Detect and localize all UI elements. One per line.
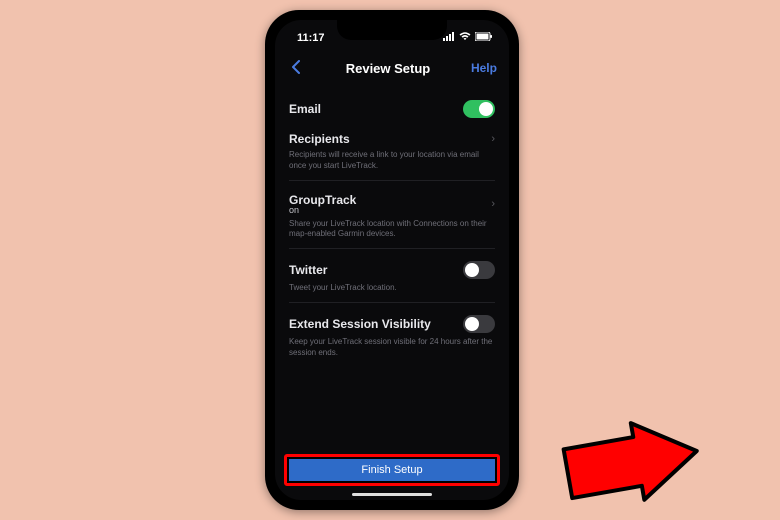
visibility-row: Extend Session Visibility bbox=[289, 307, 495, 335]
chevron-right-icon: › bbox=[491, 133, 495, 145]
recipients-desc: Recipients will receive a link to your l… bbox=[289, 148, 495, 181]
email-toggle[interactable] bbox=[463, 100, 495, 118]
finish-button-label: Finish Setup bbox=[361, 464, 422, 476]
twitter-desc: Tweet your LiveTrack location. bbox=[289, 281, 495, 303]
battery-icon bbox=[475, 32, 493, 44]
status-icons bbox=[443, 32, 493, 44]
notch bbox=[337, 20, 447, 40]
nav-header: Review Setup Help bbox=[275, 52, 509, 84]
help-button[interactable]: Help bbox=[471, 61, 497, 75]
status-time: 11:17 bbox=[291, 32, 325, 44]
email-row: Email bbox=[289, 92, 495, 120]
grouptrack-label: GroupTrack bbox=[289, 193, 356, 207]
home-indicator[interactable] bbox=[352, 493, 432, 496]
visibility-label: Extend Session Visibility bbox=[289, 317, 431, 331]
grouptrack-row[interactable]: GroupTrack on › bbox=[289, 185, 495, 217]
wifi-icon bbox=[459, 32, 471, 44]
settings-list[interactable]: Email Recipients › Recipients will recei… bbox=[275, 84, 509, 455]
back-button[interactable] bbox=[287, 59, 305, 77]
footer: Finish Setup bbox=[275, 455, 509, 491]
arrow-annotation-icon bbox=[535, 380, 735, 520]
recipients-row[interactable]: Recipients › bbox=[289, 120, 495, 148]
twitter-row: Twitter bbox=[289, 253, 495, 281]
twitter-label: Twitter bbox=[289, 263, 327, 277]
signal-icon bbox=[443, 32, 455, 44]
recipients-label: Recipients bbox=[289, 132, 350, 146]
grouptrack-desc: Share your LiveTrack location with Conne… bbox=[289, 217, 495, 250]
visibility-toggle[interactable] bbox=[463, 315, 495, 333]
screen: 11:17 Review Setup Help Ema bbox=[275, 20, 509, 500]
twitter-toggle[interactable] bbox=[463, 261, 495, 279]
finish-setup-button[interactable]: Finish Setup bbox=[285, 455, 499, 485]
chevron-right-icon: › bbox=[491, 198, 495, 210]
phone-frame: 11:17 Review Setup Help Ema bbox=[265, 10, 519, 510]
page-title: Review Setup bbox=[346, 61, 431, 76]
email-label: Email bbox=[289, 102, 321, 116]
visibility-desc: Keep your LiveTrack session visible for … bbox=[289, 335, 495, 367]
